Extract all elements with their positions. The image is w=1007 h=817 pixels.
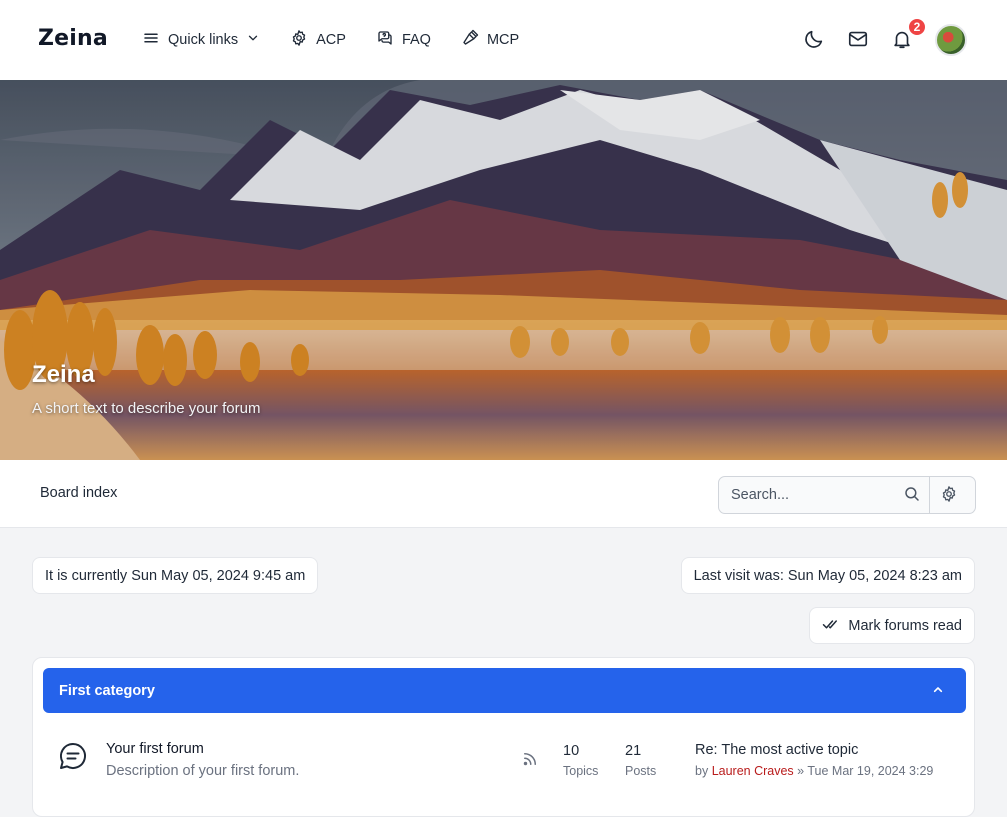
hero-banner: Zeina A short text to describe your foru… bbox=[0, 80, 1007, 460]
forum-title[interactable]: Your first forum bbox=[106, 741, 204, 757]
acp-link[interactable]: ACP bbox=[290, 29, 346, 51]
dark-mode-toggle[interactable] bbox=[803, 29, 825, 51]
chevron-down-icon bbox=[246, 31, 260, 49]
topics-label: Topics bbox=[563, 764, 599, 778]
advanced-search-button[interactable] bbox=[929, 477, 967, 513]
rss-feed-icon[interactable] bbox=[521, 750, 539, 768]
last-post-date: » Tue Mar 19, 2024 3:29 bbox=[797, 764, 934, 778]
last-post-user[interactable]: Lauren Craves bbox=[712, 764, 794, 778]
notification-badge: 2 bbox=[907, 17, 927, 37]
forum-description: Description of your first forum. bbox=[106, 763, 300, 779]
chevron-up-icon[interactable] bbox=[930, 682, 946, 698]
faq-label: FAQ bbox=[401, 32, 431, 48]
search-input[interactable] bbox=[719, 477, 895, 513]
search-box bbox=[718, 476, 976, 514]
gear-icon bbox=[290, 29, 308, 51]
hero-title: Zeina bbox=[32, 361, 95, 388]
breadcrumb-bar: Board index bbox=[0, 460, 1007, 528]
forum-row: Your first forum Description of your fir… bbox=[33, 728, 976, 798]
double-check-icon bbox=[822, 615, 840, 637]
moon-icon bbox=[803, 28, 825, 53]
top-navbar: Zeina Quick links ACP FAQ MCP 2 bbox=[0, 0, 1007, 80]
faq-link[interactable]: FAQ bbox=[376, 29, 431, 51]
posts-label: Posts bbox=[625, 764, 657, 778]
messages-button[interactable] bbox=[847, 29, 869, 51]
site-logo[interactable]: Zeina bbox=[38, 26, 108, 51]
last-post-by: by bbox=[695, 764, 709, 778]
topics-count: 10 bbox=[563, 743, 580, 759]
category-title: First category bbox=[59, 682, 155, 699]
menu-icon bbox=[142, 29, 160, 51]
quick-links-menu[interactable]: Quick links bbox=[142, 29, 260, 51]
notifications-button[interactable]: 2 bbox=[891, 17, 927, 51]
last-post-title[interactable]: Re: The most active topic bbox=[695, 742, 858, 758]
gear-icon bbox=[940, 485, 958, 506]
hammer-icon bbox=[461, 29, 479, 51]
category-header[interactable]: First category bbox=[43, 668, 966, 713]
posts-count: 21 bbox=[625, 743, 642, 759]
mark-forums-read-label: Mark forums read bbox=[848, 617, 962, 634]
acp-label: ACP bbox=[316, 32, 346, 48]
last-post-meta: by Lauren Craves » Tue Mar 19, 2024 3:29 bbox=[695, 764, 933, 778]
forum-category: First category Your first forum Descript… bbox=[32, 657, 975, 817]
current-time: It is currently Sun May 05, 2024 9:45 am bbox=[32, 557, 319, 594]
breadcrumb-board-index[interactable]: Board index bbox=[40, 485, 117, 501]
faq-chat-icon bbox=[376, 29, 394, 51]
mcp-label: MCP bbox=[486, 32, 520, 48]
avatar[interactable] bbox=[935, 24, 967, 56]
mcp-link[interactable]: MCP bbox=[461, 29, 519, 51]
mark-forums-read-button[interactable]: Mark forums read bbox=[809, 607, 975, 644]
main-nav: Quick links ACP FAQ MCP bbox=[142, 0, 549, 80]
quick-links-label: Quick links bbox=[168, 32, 239, 48]
hero-subtitle: A short text to describe your forum bbox=[32, 400, 261, 417]
search-icon bbox=[903, 485, 921, 506]
last-visit: Last visit was: Sun May 05, 2024 8:23 am bbox=[680, 557, 975, 594]
user-tools: 2 bbox=[803, 0, 967, 80]
envelope-icon bbox=[847, 28, 869, 53]
search-button[interactable] bbox=[895, 477, 929, 513]
forum-chat-icon bbox=[57, 740, 89, 772]
